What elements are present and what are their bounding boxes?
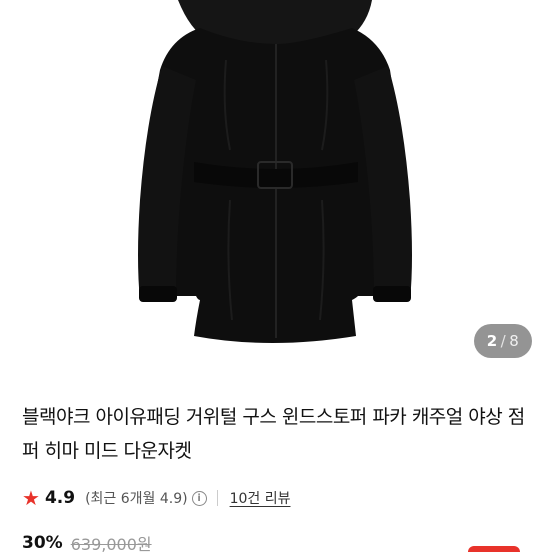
price-row: 30% 639,000원 (22, 530, 152, 552)
current-page: 2 (486, 332, 498, 350)
jacket-illustration (138, 0, 412, 343)
product-image[interactable]: 2 / 8 (0, 0, 552, 376)
recent-rating: (최근 6개월 4.9) (85, 491, 188, 507)
rating-score: 4.9 (44, 488, 76, 508)
original-price: 639,000원 (70, 535, 152, 552)
image-page-indicator: 2 / 8 (474, 324, 532, 358)
product-title: 블랙야크 아이유패딩 거위털 구스 윈드스토퍼 파카 캐주얼 야상 점퍼 히마 … (22, 406, 525, 462)
star-icon: ★ (22, 486, 40, 510)
discount-rate: 30% (22, 533, 63, 552)
total-pages: 8 (509, 332, 520, 350)
reviews-link[interactable]: 10건 리뷰 (230, 488, 291, 508)
divider (216, 490, 218, 506)
page-separator: / (500, 332, 507, 350)
floating-action-button[interactable] (468, 546, 520, 552)
info-icon[interactable]: i (191, 490, 207, 506)
rating-row: ★ 4.9 (최근 6개월 4.9) i 10건 리뷰 (22, 484, 291, 512)
